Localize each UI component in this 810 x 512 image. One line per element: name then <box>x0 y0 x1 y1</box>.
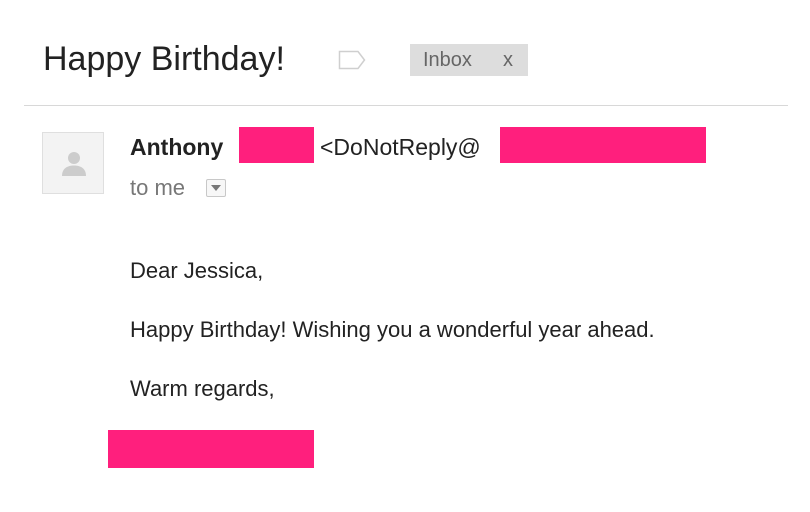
body-message: Happy Birthday! Wishing you a wonderful … <box>130 317 655 342</box>
sender-email: <DoNotReply@ <box>320 134 481 160</box>
body-closing: Warm regards, <box>130 376 275 401</box>
header-divider <box>24 105 788 106</box>
sender-name: Anthony <box>130 134 224 160</box>
email-view: Happy Birthday! Inbox x Anthony <DoNotRe… <box>0 0 810 512</box>
redacted-sender-surname <box>239 127 314 163</box>
redacted-sender-domain <box>500 127 706 163</box>
inbox-label-text: Inbox <box>423 49 472 71</box>
sender-avatar <box>42 132 104 194</box>
label-tag-icon[interactable] <box>338 50 366 70</box>
remove-label-button[interactable]: x <box>503 44 513 76</box>
inbox-label-chip[interactable]: Inbox x <box>410 44 528 76</box>
redacted-signature <box>108 430 314 468</box>
chevron-down-icon <box>211 185 221 191</box>
person-icon <box>62 152 86 176</box>
email-subject: Happy Birthday! <box>43 40 285 78</box>
body-greeting: Dear Jessica, <box>130 258 264 283</box>
show-details-button[interactable] <box>206 179 226 197</box>
recipient-text: to me <box>130 175 186 200</box>
